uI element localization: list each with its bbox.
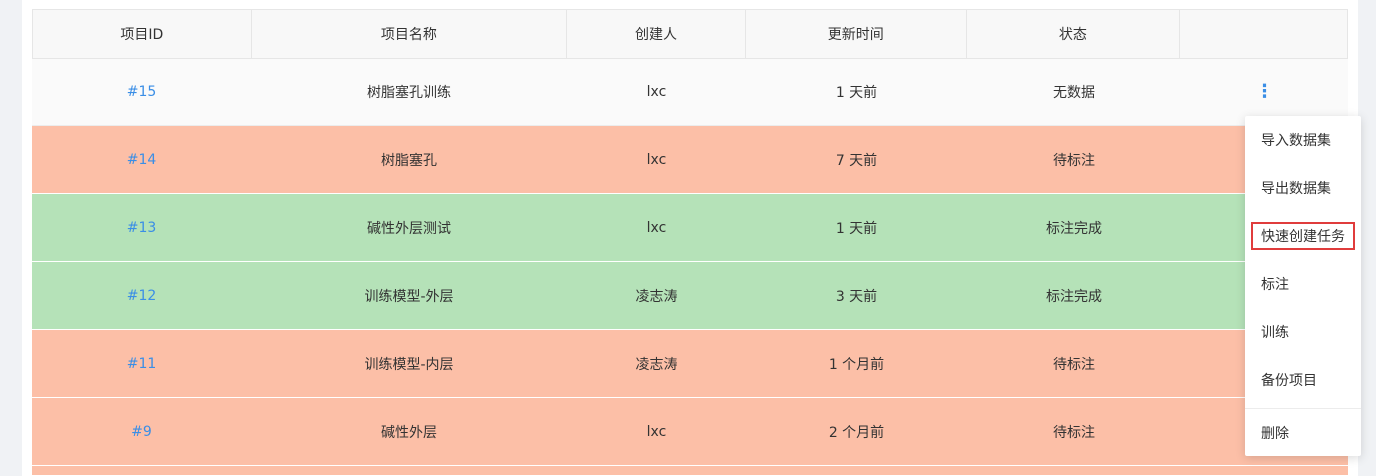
project-id-link[interactable]: #13 (127, 220, 157, 236)
menu-item-delete[interactable]: 删除 (1245, 413, 1361, 453)
menu-divider (1245, 408, 1361, 409)
table-row: #9 碱性外层 lxc 2 个月前 待标注 (32, 398, 1348, 466)
table-row: #14 树脂塞孔 lxc 7 天前 待标注 (32, 126, 1348, 194)
project-updated: 7 天前 (835, 152, 878, 169)
header-project-name[interactable]: 项目名称 (252, 10, 568, 58)
project-updated: 1 天前 (835, 85, 878, 101)
header-updated-time[interactable]: 更新时间 (746, 10, 967, 58)
project-name: 碱性外层 (381, 424, 437, 441)
project-updated: 1 个月前 (828, 356, 885, 373)
project-name: 树脂塞孔 (381, 152, 437, 169)
project-updated: 2 个月前 (828, 424, 885, 441)
menu-item-annotate[interactable]: 标注 (1245, 264, 1361, 304)
table-row: #13 碱性外层测试 lxc 1 天前 标注完成 (32, 194, 1348, 262)
header-status[interactable]: 状态 (967, 10, 1181, 58)
project-status: 标注完成 (1046, 288, 1102, 305)
menu-item-export-dataset[interactable]: 导出数据集 (1245, 168, 1361, 208)
menu-item-train[interactable]: 训练 (1245, 312, 1361, 352)
project-id-link[interactable]: #12 (127, 288, 157, 304)
menu-item-backup-project[interactable]: 备份项目 (1245, 360, 1361, 400)
project-table: 项目ID 项目名称 创建人 更新时间 状态 #15 树脂塞孔训练 lxc 1 天… (32, 9, 1348, 476)
header-project-id[interactable]: 项目ID (33, 10, 252, 58)
project-updated: 3 天前 (835, 288, 878, 305)
table-row: #12 训练模型-外层 凌志涛 3 天前 标注完成 (32, 262, 1348, 330)
project-name: 碱性外层测试 (367, 220, 451, 237)
project-name: 训练模型-内层 (364, 356, 454, 373)
project-creator: lxc (646, 151, 667, 168)
project-creator: 凌志涛 (635, 356, 678, 373)
table-row: #15 树脂塞孔训练 lxc 1 天前 无数据 ⋮ (32, 59, 1348, 126)
more-actions-icon[interactable]: ⋮ (1256, 83, 1274, 101)
project-status: 待标注 (1053, 356, 1095, 373)
project-status: 无数据 (1053, 85, 1095, 101)
project-creator: lxc (646, 219, 667, 236)
project-id-link[interactable]: #9 (131, 424, 152, 440)
project-name: 树脂塞孔训练 (367, 85, 451, 101)
project-status: 标注完成 (1046, 220, 1102, 237)
header-actions (1180, 10, 1347, 58)
project-id-link[interactable]: #15 (127, 84, 157, 100)
project-updated: 1 天前 (835, 220, 878, 237)
project-creator: lxc (646, 84, 667, 100)
project-status: 待标注 (1053, 424, 1095, 441)
menu-item-quick-create-task[interactable]: 快速创建任务 (1251, 222, 1355, 250)
table-header: 项目ID 项目名称 创建人 更新时间 状态 (32, 9, 1348, 59)
project-name: 训练模型-外层 (364, 288, 454, 305)
project-id-link[interactable]: #14 (127, 152, 157, 168)
project-status: 待标注 (1053, 152, 1095, 169)
header-creator[interactable]: 创建人 (567, 10, 746, 58)
table-row: #11 训练模型-内层 凌志涛 1 个月前 待标注 (32, 330, 1348, 398)
project-creator: lxc (646, 423, 667, 440)
project-id-link[interactable]: #11 (127, 356, 157, 372)
row-actions-dropdown: 导入数据集 导出数据集 快速创建任务 标注 训练 备份项目 删除 (1245, 116, 1361, 456)
menu-item-import-dataset[interactable]: 导入数据集 (1245, 120, 1361, 160)
table-row-partial (32, 466, 1348, 476)
project-creator: 凌志涛 (635, 288, 678, 305)
